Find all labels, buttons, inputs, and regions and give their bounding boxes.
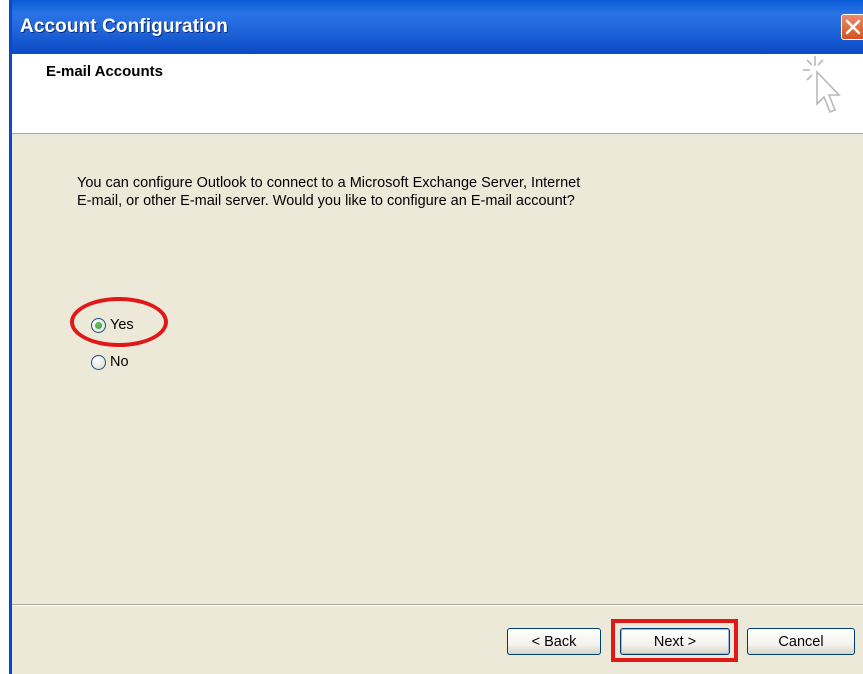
- radio-no-button[interactable]: [91, 354, 106, 370]
- account-configuration-dialog: Account Configuration E-mail Accounts Yo…: [9, 0, 863, 674]
- footer-divider: [12, 604, 863, 606]
- window-title: Account Configuration: [20, 16, 228, 37]
- back-button[interactable]: < Back: [507, 628, 601, 655]
- close-button[interactable]: [841, 14, 863, 40]
- radio-no-label[interactable]: No: [110, 354, 129, 370]
- annotation-circle-yes: [70, 297, 168, 347]
- page-title: E-mail Accounts: [46, 63, 163, 80]
- wizard-header: E-mail Accounts: [12, 54, 863, 134]
- title-bar[interactable]: Account Configuration: [12, 0, 863, 54]
- close-icon: [845, 19, 861, 35]
- annotation-box-next: [611, 619, 738, 662]
- configure-question-text: You can configure Outlook to connect to …: [77, 175, 581, 209]
- wizard-content: You can configure Outlook to connect to …: [12, 134, 863, 602]
- radio-no[interactable]: No: [91, 352, 129, 372]
- cursor-sparkle-icon: [803, 56, 841, 114]
- cancel-button[interactable]: Cancel: [747, 628, 855, 655]
